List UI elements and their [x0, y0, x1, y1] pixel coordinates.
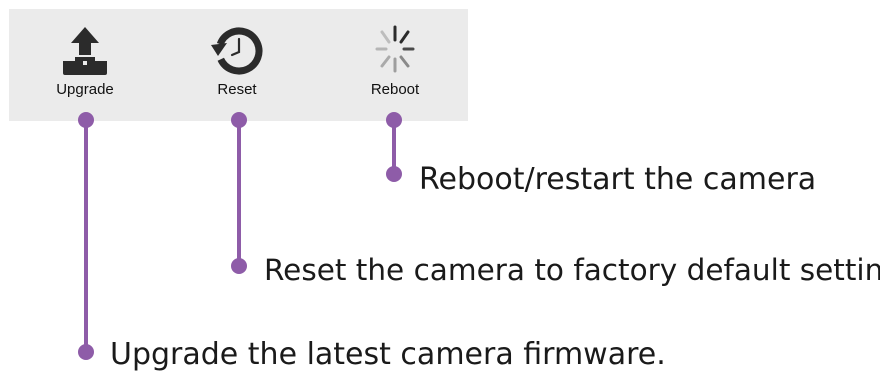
reset-callout-top-dot — [231, 112, 247, 128]
reboot-description: Reboot/restart the camera — [419, 162, 817, 197]
upgrade-callout-bottom-dot — [78, 344, 94, 360]
upgrade-description: Upgrade the latest camera firmware. — [110, 337, 666, 372]
reboot-callout-bottom-dot — [386, 166, 402, 182]
reset-callout-bottom-dot — [231, 258, 247, 274]
reboot-callout-top-dot — [386, 112, 402, 128]
reset-description: Reset the camera to factory default sett… — [264, 253, 880, 287]
upgrade-callout-top-dot — [78, 112, 94, 128]
